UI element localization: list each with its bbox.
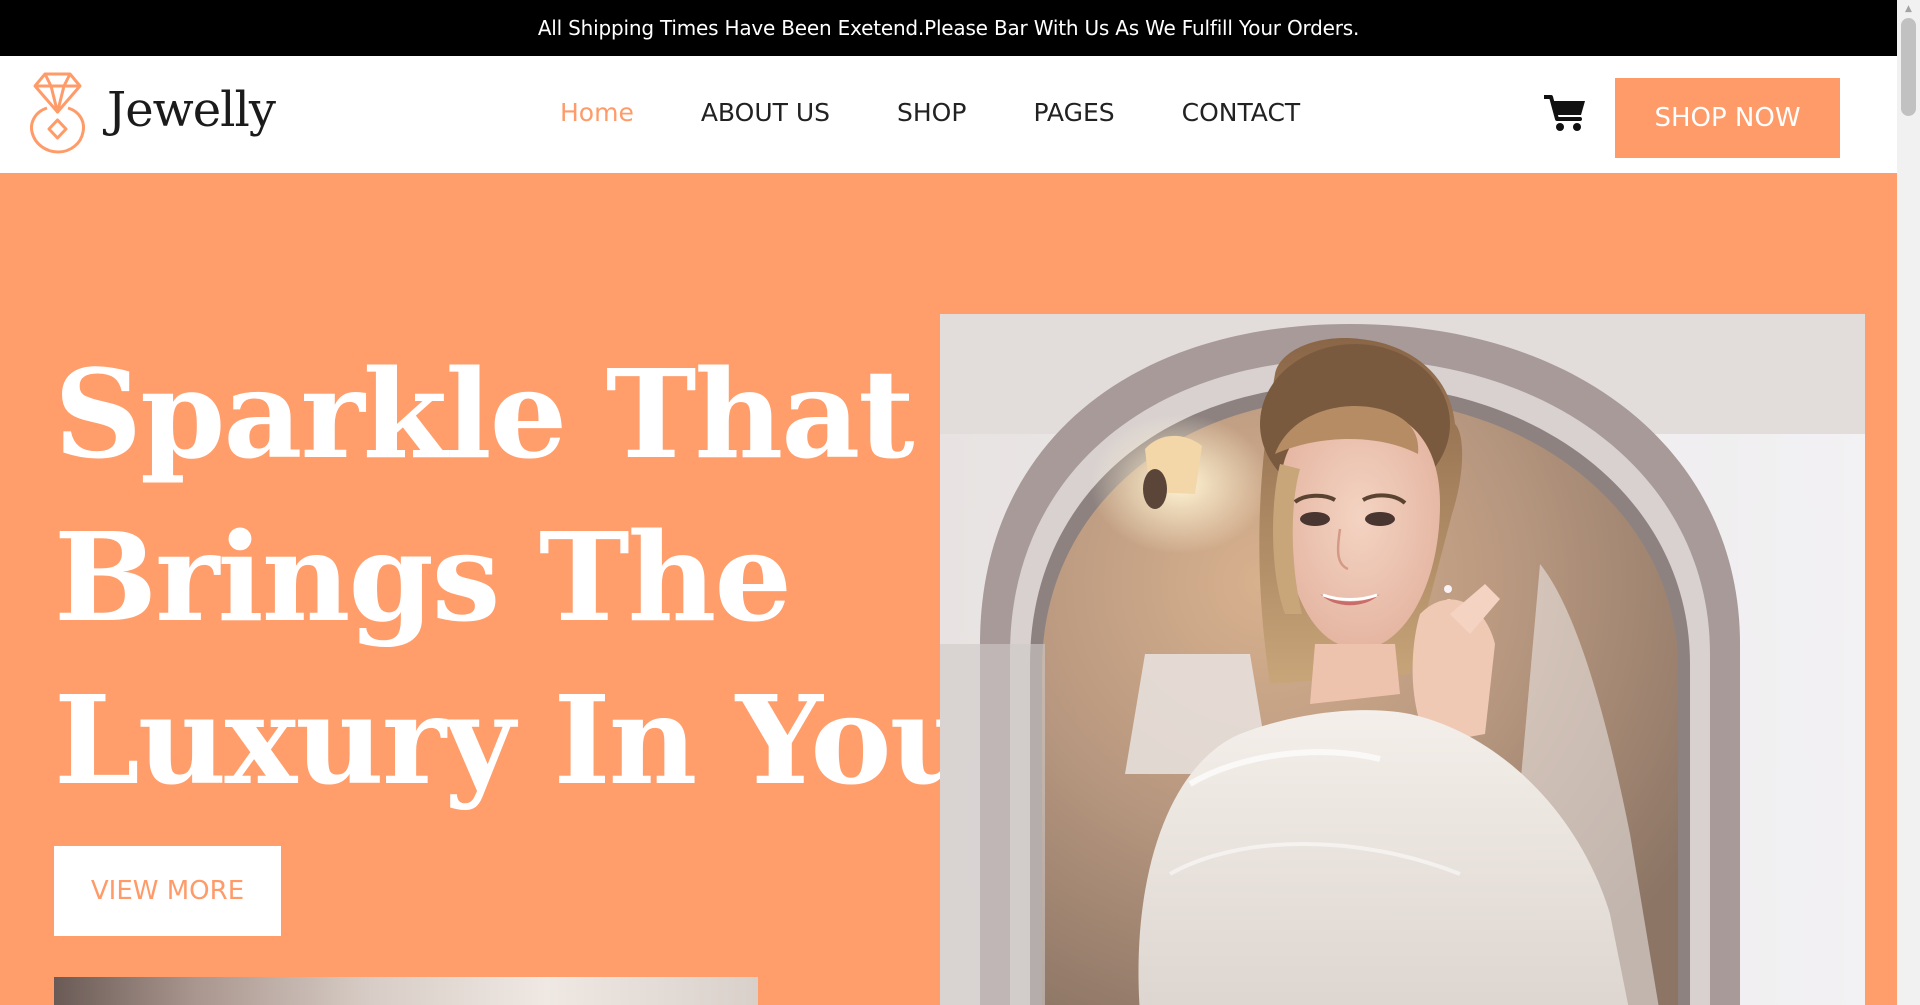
view-more-button[interactable]: VIEW MORE xyxy=(54,846,281,936)
main-nav: Home ABOUT US SHOP PAGES CONTACT xyxy=(560,98,1367,127)
nav-pages[interactable]: PAGES xyxy=(1033,98,1114,127)
hero-photo xyxy=(940,314,1865,1005)
hero-title-line: Brings The xyxy=(54,505,792,649)
hero-title-line: Luxury In You xyxy=(54,668,978,812)
shop-now-button[interactable]: SHOP NOW xyxy=(1615,78,1840,158)
scroll-up-arrow-icon[interactable]: ▲ xyxy=(1897,0,1920,17)
site-header: Jewelly Home ABOUT US SHOP PAGES CONTACT… xyxy=(0,56,1897,173)
logo-link[interactable]: Jewelly xyxy=(28,70,276,154)
announcement-bar: All Shipping Times Have Been Exetend.Ple… xyxy=(0,0,1897,56)
brand-name: Jewelly xyxy=(107,82,276,138)
cart-icon[interactable] xyxy=(1544,94,1586,132)
nav-about-us[interactable]: ABOUT US xyxy=(701,98,830,127)
nav-contact[interactable]: CONTACT xyxy=(1182,98,1301,127)
hero-title-line: Sparkle That xyxy=(54,342,915,486)
ring-logo-icon xyxy=(30,72,85,154)
nav-home[interactable]: Home xyxy=(560,98,634,127)
hero-section: Sparkle That Brings The Luxury In You VI… xyxy=(0,173,1897,1005)
page-scrollbar[interactable]: ▲ xyxy=(1897,0,1920,1005)
nav-shop[interactable]: SHOP xyxy=(897,98,966,127)
scrollbar-thumb[interactable] xyxy=(1901,18,1916,116)
secondary-photo-thumbnail xyxy=(54,977,758,1005)
announcement-text: All Shipping Times Have Been Exetend.Ple… xyxy=(537,16,1360,40)
hero-title: Sparkle That Brings The Luxury In You xyxy=(54,333,978,822)
